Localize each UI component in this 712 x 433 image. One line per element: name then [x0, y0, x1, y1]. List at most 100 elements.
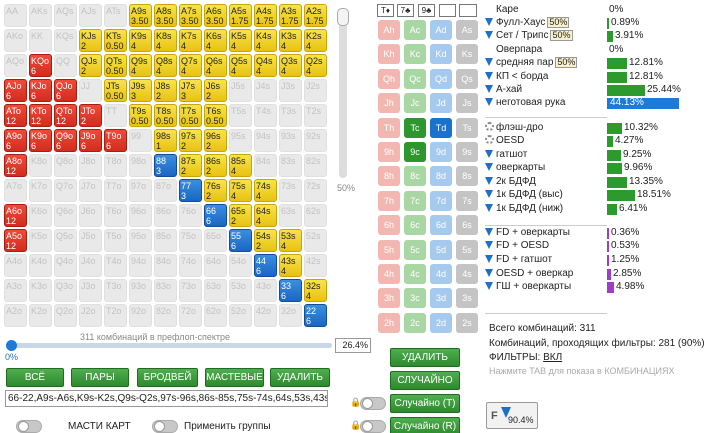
hand-cell[interactable]: K4o [29, 254, 52, 277]
hand-cell[interactable]: Q5s 4 [229, 54, 252, 77]
hand-cell[interactable]: KJs 2 [79, 29, 102, 52]
hand-cell[interactable]: 32s 4 [304, 279, 327, 302]
hand-cell[interactable]: QTs 0.50 [104, 54, 127, 77]
hand-cell[interactable]: J6o [79, 204, 102, 227]
hand-cell[interactable]: 93s [279, 129, 302, 152]
hand-cell[interactable]: A4o [4, 254, 27, 277]
card-button[interactable]: Jh [378, 93, 400, 114]
stat-row[interactable]: FD + оверкарты [485, 227, 570, 239]
card-button[interactable]: 5s [456, 239, 478, 260]
filter-funnel-icon[interactable] [485, 163, 493, 171]
hand-cell[interactable]: 63s [279, 204, 302, 227]
hand-cell[interactable]: K5o [29, 229, 52, 252]
hand-cell[interactable]: T5s [229, 104, 252, 127]
stat-badge[interactable]: 50% [547, 17, 570, 28]
board-card-3[interactable]: 9♣ [418, 4, 435, 17]
card-button[interactable]: 6s [456, 215, 478, 236]
hand-cell[interactable]: 75o [179, 229, 202, 252]
hand-cell[interactable]: 88 3 [154, 154, 177, 177]
hand-cell[interactable]: T4s [254, 104, 277, 127]
stat-row[interactable]: FD + гатшот [485, 254, 552, 266]
hand-cell[interactable]: KQo 6 [29, 54, 52, 77]
filter-funnel-icon[interactable] [485, 58, 493, 66]
stat-row[interactable]: оверкарты [485, 162, 545, 174]
stat-row[interactable]: КП < борда [485, 71, 548, 83]
stat-badge[interactable]: 50% [550, 30, 573, 41]
hand-cell[interactable]: 52s [304, 229, 327, 252]
filters-toggle-link[interactable]: ВКЛ [543, 352, 562, 363]
hand-cell[interactable]: 72o [179, 304, 202, 327]
stat-row[interactable]: 1к БДФД (ниж) [485, 203, 563, 215]
filter-funnel-icon[interactable] [485, 85, 493, 93]
hand-cell[interactable]: 53o [229, 279, 252, 302]
hand-cell[interactable]: 93o [129, 279, 152, 302]
hand-cell[interactable]: 85o [154, 229, 177, 252]
hand-cell[interactable]: AA [4, 4, 27, 27]
card-button[interactable]: 2c [404, 312, 426, 333]
delete-board-button[interactable]: УДАЛИТЬ [390, 348, 460, 367]
hand-cell[interactable]: AKs [29, 4, 52, 27]
hand-cell[interactable]: A9o 6 [4, 129, 27, 152]
hand-cell[interactable]: 87o [154, 179, 177, 202]
hand-cell[interactable]: K8o [29, 154, 52, 177]
hand-cell[interactable]: 62s [304, 204, 327, 227]
hand-cell[interactable]: K7s 4 [179, 29, 202, 52]
stat-row[interactable]: Фулл-Хаус 50% [485, 17, 570, 29]
card-button[interactable]: 9h [378, 142, 400, 162]
pairs-button[interactable]: ПАРЫ [71, 368, 129, 387]
card-button[interactable]: Qd [430, 68, 452, 89]
hand-cell[interactable]: T8o [104, 154, 127, 177]
hand-cell[interactable]: KTo 12 [29, 104, 52, 127]
card-button[interactable]: 8d [430, 166, 452, 187]
filter-funnel-icon[interactable] [485, 150, 493, 158]
random-t-toggle[interactable] [360, 397, 386, 410]
card-button[interactable]: 4c [404, 264, 426, 284]
hand-cell[interactable]: AJo 6 [4, 79, 27, 102]
gear-icon[interactable] [485, 122, 494, 131]
stat-row[interactable]: 1к БДФД (выс) [485, 189, 563, 201]
card-button[interactable]: 6d [430, 215, 452, 236]
hand-cell[interactable]: A5o 12 [4, 229, 27, 252]
hand-cell[interactable]: J2s [304, 79, 327, 102]
hand-cell[interactable]: A2s 1.75 [304, 4, 327, 27]
hand-cell[interactable]: J8o [79, 154, 102, 177]
card-button[interactable]: 5c [404, 239, 426, 260]
hand-cell[interactable]: 77 3 [179, 179, 202, 202]
card-button[interactable]: Qs [456, 68, 478, 89]
hand-cell[interactable]: 84o [154, 254, 177, 277]
stat-row[interactable]: ГШ + оверкарты [485, 281, 571, 293]
card-button[interactable]: Th [378, 117, 400, 138]
hand-cell[interactable]: JJ [79, 79, 102, 102]
stat-row[interactable]: А-хай [485, 84, 522, 96]
stat-row[interactable]: 2к БДФД [485, 176, 536, 188]
hand-cell[interactable]: 43s 4 [279, 254, 302, 277]
hand-cell[interactable]: Q8s 4 [154, 54, 177, 77]
hand-cell[interactable]: 86s 2 [204, 154, 227, 177]
card-button[interactable]: 6h [378, 215, 400, 236]
hand-cell[interactable]: QTo 12 [54, 104, 77, 127]
hand-cell[interactable]: 44 6 [254, 254, 277, 277]
hand-cell[interactable]: 84s [254, 154, 277, 177]
filter-funnel-icon[interactable] [485, 255, 493, 263]
hand-cell[interactable]: 54o [229, 254, 252, 277]
hand-cell[interactable]: A7s 3.50 [179, 4, 202, 27]
stat-row[interactable]: флэш-дро [485, 122, 543, 134]
card-button[interactable]: 7s [456, 190, 478, 211]
card-button[interactable]: Td [430, 117, 452, 138]
stat-row[interactable]: FD + OESD [485, 240, 549, 252]
hand-cell[interactable]: 42o [254, 304, 277, 327]
filter-funnel-icon[interactable] [485, 98, 493, 106]
hand-cell[interactable]: Q6s 4 [204, 54, 227, 77]
hand-cell[interactable]: 97s 2 [179, 129, 202, 152]
hand-cell[interactable]: Q7o [54, 179, 77, 202]
hand-cell[interactable]: 95s [229, 129, 252, 152]
card-button[interactable]: 2s [456, 312, 478, 333]
hand-cell[interactable]: A2o [4, 304, 27, 327]
card-button[interactable]: 9s [456, 142, 478, 162]
hand-cell[interactable]: JTs 0.50 [104, 79, 127, 102]
hand-cell[interactable]: J7s 3 [179, 79, 202, 102]
hand-cell[interactable]: KJo 6 [29, 79, 52, 102]
range-percent-field[interactable]: 26.4% [335, 338, 371, 353]
card-button[interactable]: Qh [378, 68, 400, 89]
hand-cell[interactable]: 83s [279, 154, 302, 177]
